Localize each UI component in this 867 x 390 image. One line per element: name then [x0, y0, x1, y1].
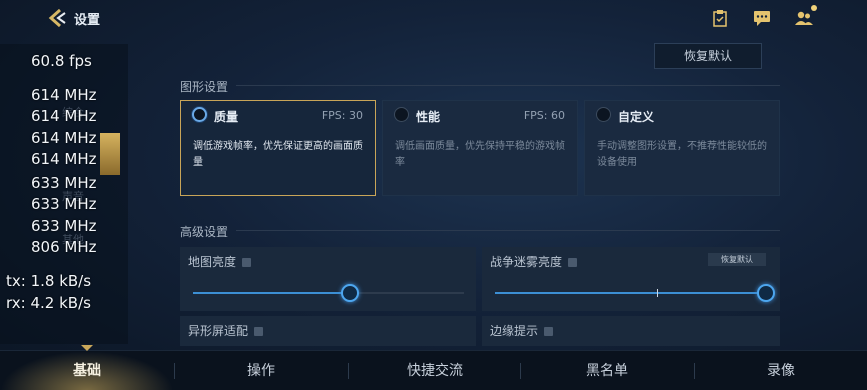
cpu-freq: 633 MHz [31, 217, 97, 235]
cpu-freq: 614 MHz [31, 107, 97, 125]
edge-hint-panel[interactable]: 边缘提示 [482, 316, 780, 346]
notification-dot [811, 5, 817, 11]
fog-brightness-panel: 战争迷雾亮度 恢复默认 [482, 247, 780, 311]
back-arrow-icon[interactable] [46, 7, 68, 29]
section-divider [236, 85, 780, 86]
restore-default-button[interactable]: 恢复默认 [654, 43, 762, 69]
graphics-option-custom[interactable]: 自定义 手动调整图形设置，不推荐性能较低的设备使用 [584, 100, 780, 196]
slider-handle[interactable] [341, 284, 360, 302]
bottom-tab-bar: 基础 操作 快捷交流 黑名单 录像 [0, 350, 867, 390]
tab-replay[interactable]: 录像 [694, 351, 867, 390]
tab-basic[interactable]: 基础 [0, 351, 174, 390]
graphics-section-title: 图形设置 [180, 80, 229, 94]
option-fps: FPS: 60 [523, 109, 565, 122]
cpu-freq: 806 MHz [31, 238, 97, 256]
network-tx: tx: 1.8 kB/s [6, 272, 92, 290]
info-icon[interactable] [544, 327, 554, 336]
map-brightness-panel: 地图亮度 [180, 247, 476, 311]
tab-controls[interactable]: 操作 [174, 351, 348, 390]
chat-icon[interactable] [753, 9, 771, 27]
default-marker [657, 289, 658, 297]
tab-blacklist[interactable]: 黑名单 [520, 351, 694, 390]
option-name: 质量 [214, 110, 239, 124]
radio-unselected[interactable] [596, 107, 611, 122]
network-rx: rx: 4.2 kB/s [6, 294, 91, 312]
cpu-freq: 614 MHz [31, 86, 97, 104]
cpu-freq: 633 MHz [31, 174, 97, 192]
tab-quick-chat[interactable]: 快捷交流 [348, 351, 522, 390]
fog-reset-button[interactable]: 恢复默认 [708, 253, 766, 266]
cpu-freq: 614 MHz [31, 150, 97, 168]
fps-readout: 60.8 fps [31, 52, 92, 70]
section-divider [236, 230, 780, 231]
screen-adapt-panel[interactable]: 异形屏适配 [180, 316, 476, 346]
info-icon[interactable] [254, 327, 264, 336]
option-description: 手动调整图形设置，不推荐性能较低的设备使用 [597, 141, 767, 168]
map-brightness-label: 地图亮度 [188, 253, 252, 270]
radio-selected[interactable] [192, 107, 207, 122]
clipboard-check-icon[interactable] [711, 9, 729, 27]
map-brightness-slider[interactable] [193, 284, 464, 302]
graphics-option-performance[interactable]: 性能 FPS: 60 调低画面质量，优先保持平稳的游戏帧率 [382, 100, 578, 196]
slider-handle[interactable] [757, 284, 775, 302]
page-title: 设置 [74, 13, 101, 28]
top-bar: 设置 [0, 0, 867, 36]
option-fps: FPS: 30 [321, 109, 363, 122]
sidebar-selected-indicator [100, 133, 120, 175]
cpu-freq: 633 MHz [31, 195, 97, 213]
option-description: 调低游戏帧率，优先保证更高的画面质量 [193, 141, 363, 168]
graphics-option-quality[interactable]: 质量 FPS: 30 调低游戏帧率，优先保证更高的画面质量 [180, 100, 376, 196]
fog-brightness-label: 战争迷雾亮度 [490, 253, 578, 270]
screen-adapt-label: 异形屏适配 [188, 322, 264, 339]
friends-icon[interactable] [795, 9, 813, 27]
option-name: 自定义 [618, 110, 655, 124]
info-icon[interactable] [242, 258, 252, 267]
fog-brightness-slider[interactable] [495, 284, 775, 302]
slider-fill [193, 292, 351, 294]
advanced-section-title: 高级设置 [180, 225, 229, 239]
edge-hint-label: 边缘提示 [490, 322, 554, 339]
radio-unselected[interactable] [394, 107, 409, 122]
slider-fill [495, 292, 766, 294]
option-name: 性能 [416, 110, 441, 124]
option-description: 调低画面质量，优先保持平稳的游戏帧率 [395, 141, 565, 168]
info-icon[interactable] [568, 258, 578, 267]
cpu-freq: 614 MHz [31, 129, 97, 147]
active-tab-indicator [81, 345, 93, 351]
